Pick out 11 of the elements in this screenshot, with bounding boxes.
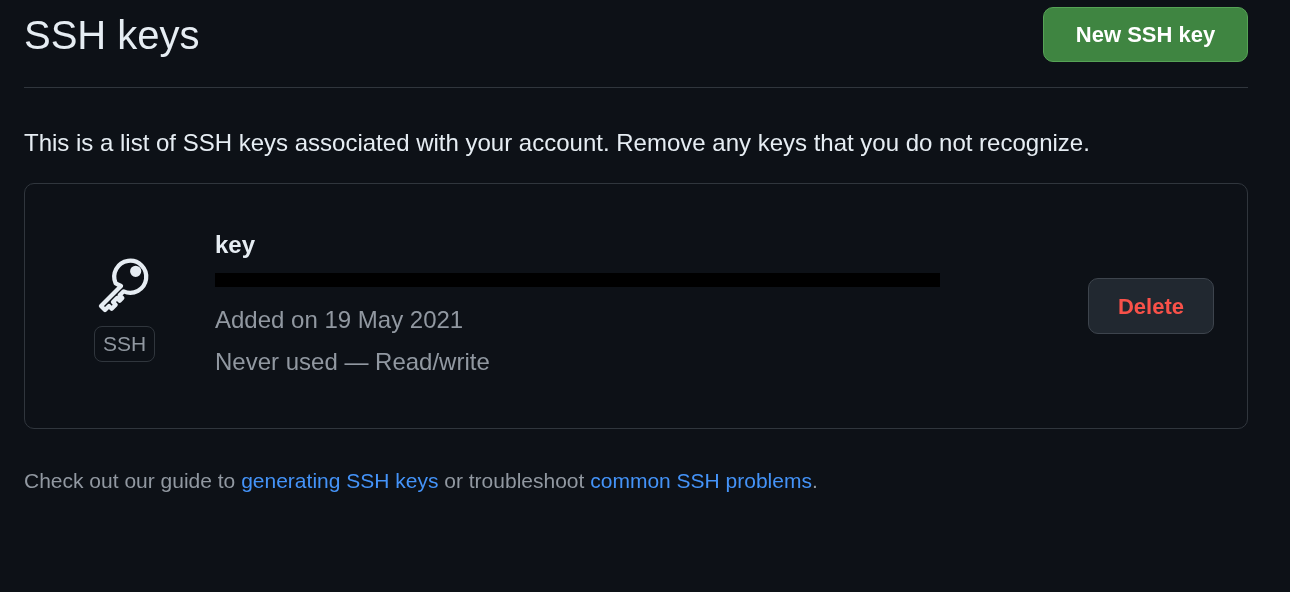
delete-button[interactable]: Delete — [1088, 278, 1214, 334]
ssh-badge: SSH — [93, 326, 156, 362]
help-text: Check out our guide to generating SSH keys or troubleshoot common SSH problems. — [24, 468, 819, 494]
generating-keys-link[interactable]: generating SSH keys — [241, 469, 439, 492]
usage-text: Never used — Read/write — [215, 347, 491, 377]
added-date: Added on 19 May 2021 — [215, 305, 465, 335]
new-ssh-key-button[interactable]: New SSH key — [1043, 7, 1248, 62]
key-name: key — [215, 230, 257, 260]
intro-text: This is a list of SSH keys associated with your account. Remove any keys that you do not recognize. — [24, 128, 1091, 158]
page-title: SSH keys — [24, 11, 200, 59]
common-problems-link[interactable]: common SSH problems — [590, 469, 812, 492]
